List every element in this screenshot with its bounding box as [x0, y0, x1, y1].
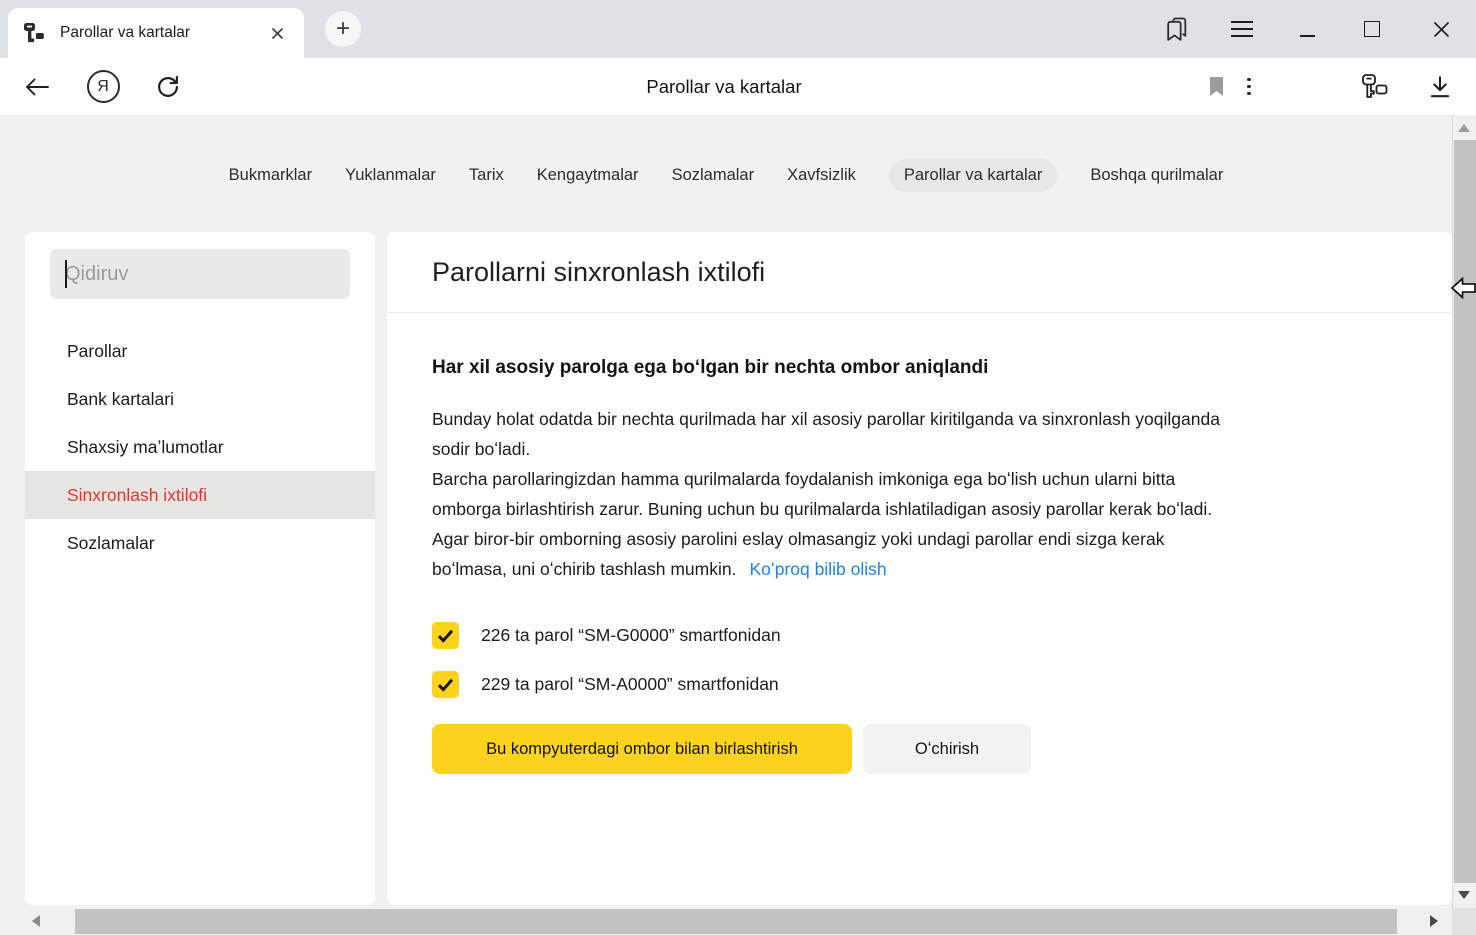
sidebar-item-sinxronlash-ixtilofi[interactable]: Sinxronlash ixtilofi	[25, 471, 375, 519]
window-close-button[interactable]	[1421, 0, 1461, 58]
downloads-icon[interactable]	[1418, 58, 1462, 115]
merge-button[interactable]: Bu kompyuterdagi ombor bilan birlashtiri…	[432, 724, 852, 774]
main-panel: Parollarni sinxronlash ixtilofi Har xil …	[387, 232, 1452, 905]
search-input[interactable]	[50, 249, 350, 299]
tab-close-icon[interactable]	[264, 20, 290, 46]
tab-title: Parollar va kartalar	[60, 24, 264, 42]
menu-hamburger-icon[interactable]	[1222, 0, 1262, 58]
browser-toolbar: Я Y personal Parollar va kartalar	[0, 58, 1476, 116]
main-title-row: Parollarni sinxronlash ixtilofi	[387, 232, 1452, 313]
scroll-right-arrow-icon[interactable]	[1430, 915, 1438, 927]
nav-bukmarklar[interactable]: Bukmarklar	[229, 159, 312, 192]
sidebar-item-bank-kartalari[interactable]: Bank kartalari	[25, 375, 375, 423]
password-manager-icon[interactable]	[1352, 58, 1396, 115]
conflict-heading: Har xil asosiy parolga ega boʻlgan bir n…	[432, 357, 1407, 379]
sidebar-item-shaxsiy-malumotlar[interactable]: Shaxsiy maʼlumotlar	[25, 423, 375, 471]
action-buttons: Bu kompyuterdagi ombor bilan birlashtiri…	[432, 724, 1407, 774]
scroll-down-arrow-icon[interactable]	[1458, 891, 1470, 899]
window-maximize-button[interactable]	[1352, 0, 1392, 58]
conflict-list: 226 ta parol “SM-G0000” smartfonidan 229…	[432, 622, 1407, 698]
description-line: sodir boʻladi.	[432, 434, 1407, 464]
address-bar-title[interactable]: Parollar va kartalar	[646, 58, 801, 115]
page-content: Bukmarklar Yuklanmalar Tarix Kengaytmala…	[0, 116, 1476, 935]
description-line: Bunday holat odatda bir nechta qurilmada…	[432, 404, 1407, 434]
bookmarks-panel-icon[interactable]	[1156, 0, 1196, 58]
window-minimize-button[interactable]	[1287, 0, 1327, 58]
yandex-logo-icon[interactable]: Я	[81, 58, 125, 115]
nav-tarix[interactable]: Tarix	[469, 159, 504, 192]
conflict-description: Bunday holat odatda bir nechta qurilmada…	[432, 404, 1407, 584]
browser-window: Parollar va kartalar +	[0, 0, 1476, 935]
nav-kengaytmalar[interactable]: Kengaytmalar	[537, 159, 639, 192]
nav-parollar-va-kartalar[interactable]: Parollar va kartalar	[889, 159, 1057, 192]
conflict-label: 226 ta parol “SM-G0000” smartfonidan	[481, 625, 781, 646]
passwords-key-card-icon	[22, 22, 46, 44]
horizontal-scrollbar[interactable]	[0, 908, 1452, 935]
tab-bar: Parollar va kartalar +	[0, 0, 1476, 58]
kebab-menu-icon[interactable]	[1227, 58, 1271, 115]
vertical-scrollbar[interactable]	[1452, 115, 1476, 908]
tab-parollar-va-kartalar[interactable]: Parollar va kartalar	[8, 8, 304, 58]
nav-yuklanmalar[interactable]: Yuklanmalar	[345, 159, 436, 192]
scroll-left-arrow-icon[interactable]	[32, 915, 40, 927]
nav-sozlamalar[interactable]: Sozlamalar	[672, 159, 755, 192]
horizontal-scroll-thumb[interactable]	[75, 909, 1397, 934]
description-last-line: boʻlmasa, uni oʻchirib tashlash mumkin. K…	[432, 554, 1407, 584]
checkbox-checked-icon[interactable]	[432, 622, 459, 649]
sidebar-item-parollar[interactable]: Parollar	[25, 327, 375, 375]
description-line: omborga birlashtirish zarur. Buning uchu…	[432, 494, 1407, 524]
sidebar-item-sozlamalar[interactable]: Sozlamalar	[25, 519, 375, 567]
text-caret	[65, 260, 67, 288]
conflict-label: 229 ta parol “SM-A0000” smartfonidan	[481, 674, 779, 695]
back-button[interactable]	[15, 58, 59, 115]
vertical-scroll-thumb[interactable]	[1454, 140, 1476, 883]
refresh-icon[interactable]	[146, 58, 190, 115]
description-line: Barcha parollaringizdan hamma qurilmalar…	[432, 464, 1407, 494]
delete-button[interactable]: Oʻchirish	[863, 724, 1031, 774]
conflict-row: 226 ta parol “SM-G0000” smartfonidan	[432, 622, 1407, 649]
sidebar-list: Parollar Bank kartalari Shaxsiy maʼlumot…	[25, 327, 375, 567]
nav-xavfsizlik[interactable]: Xavfsizlik	[787, 159, 856, 192]
scrollbar-corner	[1452, 908, 1476, 935]
nav-boshqa-qurilmalar[interactable]: Boshqa qurilmalar	[1090, 159, 1223, 192]
new-tab-button[interactable]: +	[325, 11, 361, 47]
scroll-up-arrow-icon[interactable]	[1458, 124, 1470, 132]
page-title: Parollarni sinxronlash ixtilofi	[432, 257, 765, 288]
mouse-cursor	[1450, 275, 1476, 301]
sidebar: Parollar Bank kartalari Shaxsiy maʼlumot…	[25, 232, 375, 905]
description-line: boʻlmasa, uni oʻchirib tashlash mumkin.	[432, 559, 736, 579]
conflict-row: 229 ta parol “SM-A0000” smartfonidan	[432, 671, 1407, 698]
checkbox-checked-icon[interactable]	[432, 671, 459, 698]
description-line: Agar biror-bir omborning asosiy parolini…	[432, 524, 1407, 554]
learn-more-link[interactable]: Koʻproq bilib olish	[749, 559, 886, 579]
section-nav: Bukmarklar Yuklanmalar Tarix Kengaytmala…	[0, 159, 1452, 192]
